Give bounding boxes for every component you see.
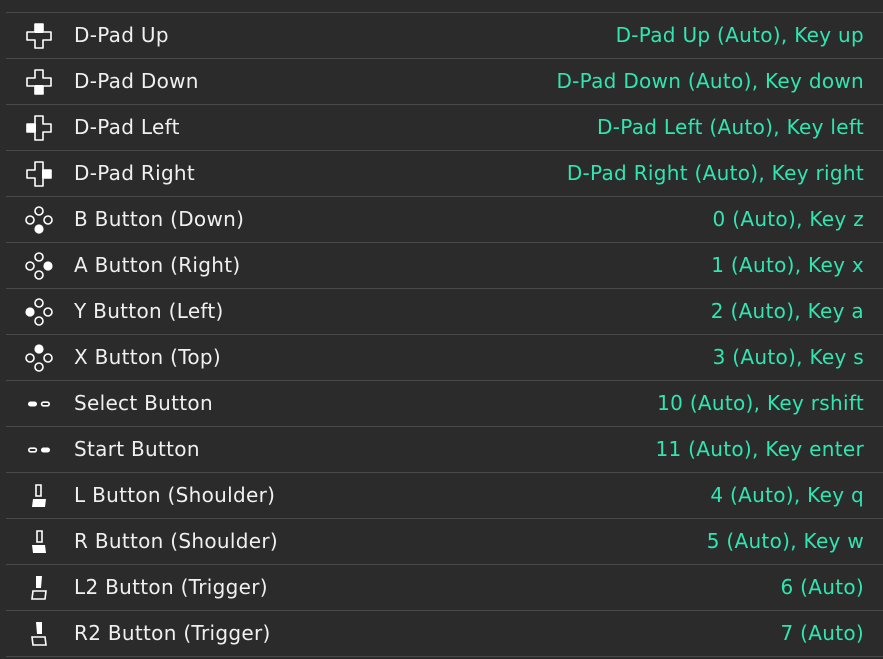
face-button-down-icon [24,205,54,235]
input-binding-list: D-Pad Up D-Pad Up (Auto), Key up D-Pad D… [6,12,883,657]
binding-label: L Button (Shoulder) [74,483,276,507]
left-trigger-icon [24,573,54,603]
binding-row-y-button[interactable]: Y Button (Left) 2 (Auto), Key a [6,288,883,334]
binding-value: D-Pad Up (Auto), Key up [615,23,864,47]
binding-label: Select Button [74,391,213,415]
binding-row-l2-button[interactable]: L2 Button (Trigger) 6 (Auto) [6,564,883,610]
binding-label: Y Button (Left) [74,299,224,323]
binding-label: A Button (Right) [74,253,241,277]
binding-value: 2 (Auto), Key a [710,299,864,323]
start-button-icon [24,435,54,465]
binding-value: 3 (Auto), Key s [712,345,864,369]
binding-row-dpad-right[interactable]: D-Pad Right D-Pad Right (Auto), Key righ… [6,150,883,196]
binding-label: L2 Button (Trigger) [74,575,268,599]
right-trigger-icon [24,619,54,649]
binding-label: D-Pad Up [74,23,169,47]
binding-row-b-button[interactable]: B Button (Down) 0 (Auto), Key z [6,196,883,242]
binding-value: D-Pad Left (Auto), Key left [597,115,864,139]
binding-value: 11 (Auto), Key enter [655,437,864,461]
binding-row-r-button[interactable]: R Button (Shoulder) 5 (Auto), Key w [6,518,883,564]
binding-value: 4 (Auto), Key q [710,483,864,507]
face-button-left-icon [24,297,54,327]
binding-row-select-button[interactable]: Select Button 10 (Auto), Key rshift [6,380,883,426]
binding-label: R2 Button (Trigger) [74,621,271,645]
face-button-right-icon [24,251,54,281]
binding-row-r2-button[interactable]: R2 Button (Trigger) 7 (Auto) [6,610,883,657]
binding-row-dpad-left[interactable]: D-Pad Left D-Pad Left (Auto), Key left [6,104,883,150]
face-button-top-icon [24,343,54,373]
binding-label: X Button (Top) [74,345,221,369]
binding-value: 0 (Auto), Key z [712,207,864,231]
binding-label: D-Pad Right [74,161,196,185]
binding-label: Start Button [74,437,200,461]
binding-value: 5 (Auto), Key w [706,529,864,553]
dpad-up-icon [24,21,54,51]
dpad-left-icon [24,113,54,143]
dpad-down-icon [24,67,54,97]
dpad-right-icon [24,159,54,189]
binding-value: D-Pad Right (Auto), Key right [566,161,864,185]
binding-label: R Button (Shoulder) [74,529,278,553]
right-shoulder-icon [24,527,54,557]
binding-label: B Button (Down) [74,207,245,231]
binding-row-x-button[interactable]: X Button (Top) 3 (Auto), Key s [6,334,883,380]
left-shoulder-icon [24,481,54,511]
binding-value: 1 (Auto), Key x [711,253,864,277]
binding-row-a-button[interactable]: A Button (Right) 1 (Auto), Key x [6,242,883,288]
binding-value: 6 (Auto) [780,575,864,599]
binding-value: 7 (Auto) [780,621,864,645]
binding-label: D-Pad Left [74,115,180,139]
binding-row-start-button[interactable]: Start Button 11 (Auto), Key enter [6,426,883,472]
select-button-icon [24,389,54,419]
binding-value: 10 (Auto), Key rshift [657,391,864,415]
binding-row-l-button[interactable]: L Button (Shoulder) 4 (Auto), Key q [6,472,883,518]
binding-label: D-Pad Down [74,69,199,93]
binding-value: D-Pad Down (Auto), Key down [556,69,864,93]
binding-row-dpad-up[interactable]: D-Pad Up D-Pad Up (Auto), Key up [6,12,883,58]
binding-row-dpad-down[interactable]: D-Pad Down D-Pad Down (Auto), Key down [6,58,883,104]
